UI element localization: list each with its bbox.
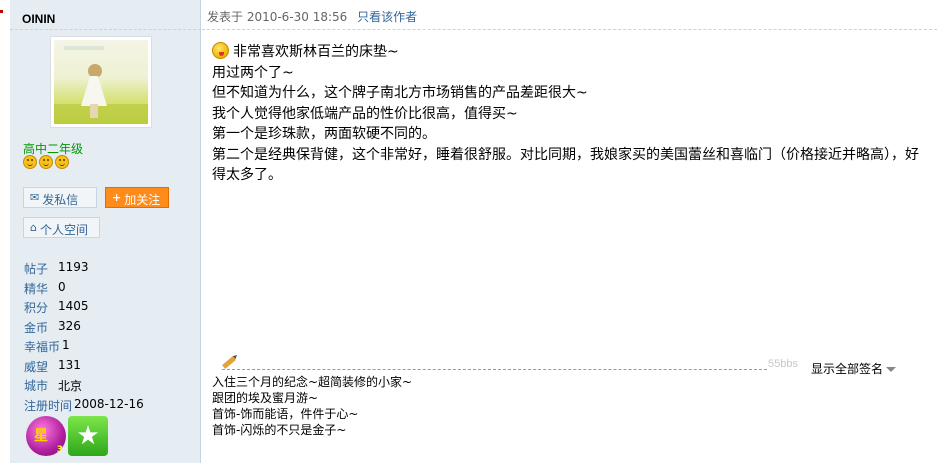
signature-link[interactable]: 入住三个月的纪念~超简装修的小家~ [212,374,412,390]
signature-link[interactable]: 首饰-饰而能语，件件于心~ [212,406,412,422]
envelope-icon: ✉ [30,191,40,204]
stat-points: 积分 1405 [24,299,89,315]
smile-icon [55,155,69,169]
tongue-smile-icon [212,42,229,59]
post-line: 得太多了。 [212,167,282,183]
show-all-signature-button[interactable]: 显示全部签名 [811,360,897,377]
follow-button[interactable]: + 加关注 [105,187,169,208]
avatar[interactable] [50,36,152,128]
signature-divider [222,369,767,370]
plus-icon: + [112,191,122,204]
stat-city: 城市 北京 [24,379,83,393]
stat-register-date: 注册时间 2008-12-16 [24,396,144,413]
user-stats: 帖子 1193 精华 0 积分 1405 金币 326 幸福币 1 威望 131… [24,260,144,416]
green-star-medal-icon[interactable]: ★ [68,416,108,456]
user-sidebar: OININ 高中二年级 ✉ 发私信 + 加关注 ⌂ 个人空间 帖子 1193 精… [10,0,201,463]
post-time: 发表于 2010-6-30 18:56 [207,10,348,24]
only-author-link[interactable]: 只看该作者 [357,10,417,24]
signature-link[interactable]: 跟团的埃及蜜月游~ [212,390,412,406]
post-line: 但不知道为什么，这个牌子南北方市场销售的产品差距很大~ [212,85,588,101]
username[interactable]: OININ [10,0,201,30]
post-line: 用过两个了~ [212,64,294,81]
post-header: 发表于 2010-6-30 18:56 只看该作者 [202,0,937,30]
avatar-image [54,40,148,124]
caret-down-icon [886,367,897,372]
pencil-icon [222,356,236,369]
stat-prestige: 威望 131 [24,357,81,374]
personal-space-label: 个人空间 [39,223,88,237]
personal-space-button[interactable]: ⌂ 个人空间 [23,217,100,238]
post-line: 非常喜欢斯林百兰的床垫~ [212,42,932,63]
rank-icons [23,155,69,169]
post-body: 非常喜欢斯林百兰的床垫~ 用过两个了~ 但不知道为什么，这个牌子南北方市场销售的… [212,42,932,186]
watermark-text: 55bbs [768,358,798,370]
post-line: 第二个是经典保背健，这个非常好，睡着很舒服。对比同期，我娘家买的美国蕾丝和喜临门… [212,146,919,163]
stat-posts: 帖子 1193 [24,260,89,276]
star-medal-icon[interactable]: 星 3 [26,416,66,456]
stat-digest: 精华 0 [24,279,66,296]
stat-gold: 金币 326 [24,318,81,335]
signature-links: 入住三个月的纪念~超简装修的小家~ 跟团的埃及蜜月游~ 首饰-饰而能语，件件于心… [212,374,412,438]
send-pm-button[interactable]: ✉ 发私信 [23,187,97,208]
signature-link[interactable]: 首饰-闪烁的不只是金子~ [212,422,412,438]
follow-label: 加关注 [124,193,161,207]
smile-icon [39,155,53,169]
smile-icon [23,155,37,169]
send-pm-label: 发私信 [42,193,79,207]
stat-happy-coin: 幸福币 1 [24,338,70,354]
post-line: 第一个是珍珠款，两面软硬不同的。 [212,126,436,142]
page-edge-mark [0,10,3,13]
post-line: 我个人觉得他家低端产品的性价比很高，值得买~ [212,105,518,122]
medals: 星 3 ★ [26,416,108,456]
home-icon: ⌂ [30,221,37,234]
